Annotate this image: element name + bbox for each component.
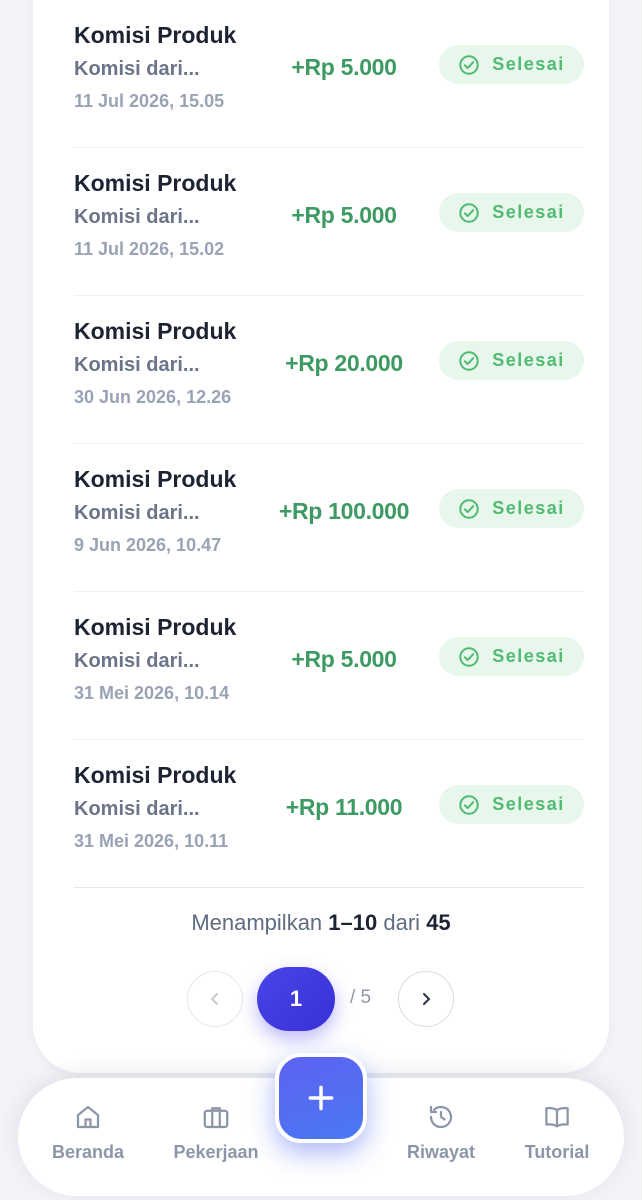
summary-middle: dari bbox=[383, 910, 421, 935]
history-icon bbox=[429, 1105, 453, 1129]
status-label: Selesai bbox=[492, 202, 565, 222]
transaction-row[interactable]: Komisi Produk Komisi dari... 9 Jun 2026,… bbox=[74, 444, 584, 592]
transaction-time: 11 Jul 2026, 15.02 bbox=[74, 239, 225, 259]
transaction-row[interactable]: Komisi Produk Komisi dari... 30 Jun 2026… bbox=[74, 296, 584, 444]
transaction-desc: Komisi dari... bbox=[74, 206, 200, 228]
nav-item-beranda[interactable]: Beranda bbox=[33, 1102, 143, 1163]
status-badge: Selesai bbox=[439, 45, 584, 84]
status-badge: Selesai bbox=[439, 637, 584, 676]
transaction-desc: Komisi dari... bbox=[74, 502, 200, 524]
status-badge: Selesai bbox=[439, 341, 584, 380]
transaction-time: 30 Jun 2026, 12.26 bbox=[74, 387, 232, 407]
nav-label: Pekerjaan bbox=[173, 1142, 259, 1162]
chevron-left-icon bbox=[211, 993, 218, 1005]
plus-icon bbox=[308, 1085, 334, 1111]
home-icon bbox=[76, 1105, 100, 1129]
check-circle-icon bbox=[459, 350, 479, 371]
transaction-title: Komisi Produk bbox=[74, 170, 237, 196]
pagination: 1 / 5 bbox=[0, 967, 642, 1031]
book-icon bbox=[545, 1106, 569, 1128]
transaction-amount: +Rp 100.000 bbox=[278, 498, 410, 524]
status-label: Selesai bbox=[492, 794, 565, 814]
transaction-amount: +Rp 5.000 bbox=[291, 54, 397, 80]
summary-prefix: Menampilkan bbox=[191, 910, 323, 935]
transaction-title: Komisi Produk bbox=[74, 466, 237, 492]
total-pages: / 5 bbox=[350, 987, 372, 1008]
pagination-summary: Menampilkan 1–10 dari 45 bbox=[0, 910, 642, 936]
status-label: Selesai bbox=[492, 350, 565, 370]
nav-item-pekerjaan[interactable]: Pekerjaan bbox=[161, 1102, 271, 1163]
nav-item-tutorial[interactable]: Tutorial bbox=[502, 1102, 612, 1163]
next-page-button[interactable] bbox=[398, 971, 454, 1027]
transaction-amount: +Rp 20.000 bbox=[285, 350, 403, 376]
chevron-right-icon bbox=[423, 993, 430, 1005]
transaction-desc: Komisi dari... bbox=[74, 354, 200, 376]
status-label: Selesai bbox=[492, 646, 565, 666]
transaction-amount: +Rp 5.000 bbox=[291, 202, 397, 228]
current-page-button[interactable]: 1 bbox=[257, 967, 335, 1031]
transaction-title: Komisi Produk bbox=[74, 614, 237, 640]
check-circle-icon bbox=[459, 498, 479, 519]
check-circle-icon bbox=[459, 794, 479, 815]
status-badge: Selesai bbox=[439, 489, 584, 528]
transaction-amount: +Rp 11.000 bbox=[285, 794, 403, 820]
check-circle-icon bbox=[459, 54, 479, 75]
transaction-desc: Komisi dari... bbox=[74, 798, 200, 820]
transaction-title: Komisi Produk bbox=[74, 318, 237, 344]
status-label: Selesai bbox=[492, 498, 565, 518]
briefcase-icon bbox=[203, 1107, 229, 1129]
summary-total: 45 bbox=[426, 910, 451, 935]
transaction-time: 31 Mei 2026, 10.14 bbox=[74, 683, 230, 703]
transaction-row[interactable]: Komisi Produk Komisi dari... 31 Mei 2026… bbox=[74, 592, 584, 740]
transaction-title: Komisi Produk bbox=[74, 22, 237, 48]
status-label: Selesai bbox=[492, 54, 565, 74]
nav-label: Beranda bbox=[51, 1142, 125, 1162]
nav-label: Riwayat bbox=[406, 1142, 476, 1162]
add-button[interactable] bbox=[275, 1053, 367, 1143]
transaction-row[interactable]: Komisi Produk Komisi dari... 11 Jul 2026… bbox=[74, 0, 584, 148]
transaction-desc: Komisi dari... bbox=[74, 650, 200, 672]
nav-label: Tutorial bbox=[524, 1142, 590, 1162]
check-circle-icon bbox=[459, 202, 479, 223]
transaction-desc: Komisi dari... bbox=[74, 58, 200, 80]
transaction-row[interactable]: Komisi Produk Komisi dari... 11 Jul 2026… bbox=[74, 148, 584, 296]
prev-page-button[interactable] bbox=[187, 971, 243, 1027]
nav-item-riwayat[interactable]: Riwayat bbox=[386, 1102, 496, 1163]
transaction-title: Komisi Produk bbox=[74, 762, 237, 788]
status-badge: Selesai bbox=[439, 193, 584, 232]
check-circle-icon bbox=[459, 646, 479, 667]
transaction-amount: +Rp 5.000 bbox=[291, 646, 397, 672]
transaction-time: 9 Jun 2026, 10.47 bbox=[74, 535, 222, 555]
status-badge: Selesai bbox=[439, 785, 584, 824]
transaction-list: Komisi Produk Komisi dari... 11 Jul 2026… bbox=[74, 0, 584, 888]
summary-range: 1–10 bbox=[328, 910, 378, 935]
transaction-time: 11 Jul 2026, 15.05 bbox=[74, 91, 225, 111]
transaction-time: 31 Mei 2026, 10.11 bbox=[74, 831, 229, 851]
transaction-row[interactable]: Komisi Produk Komisi dari... 31 Mei 2026… bbox=[74, 740, 584, 888]
